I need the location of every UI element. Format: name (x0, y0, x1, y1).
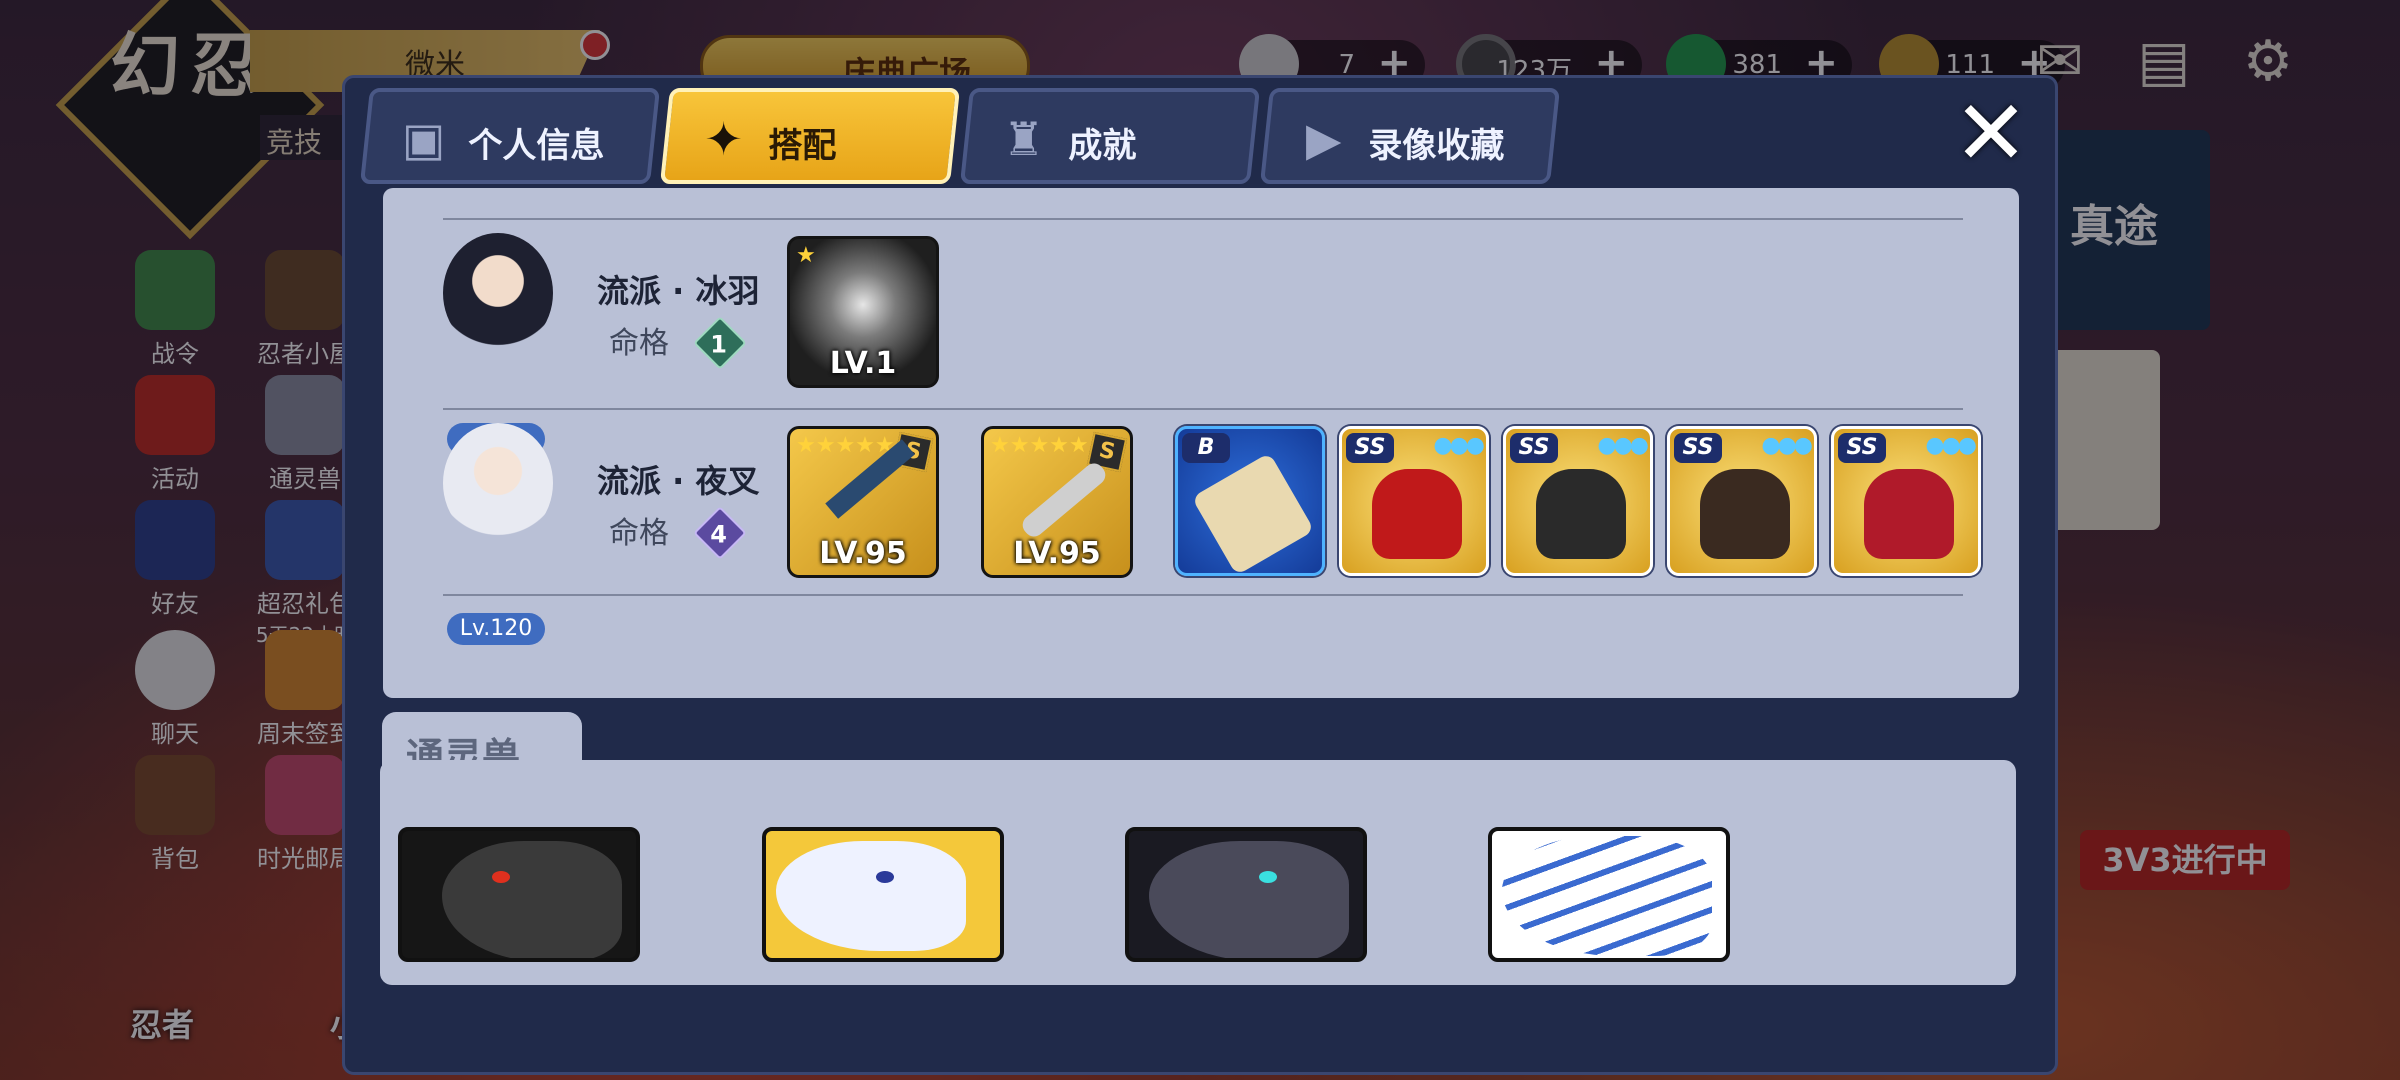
star-rating: ★★★★★ (990, 433, 1089, 458)
star-rating: ★★★★★ (796, 433, 895, 458)
tab-replays[interactable]: ▶ 录像收藏 (1259, 88, 1561, 184)
weapon-level: LV.1 (829, 346, 897, 381)
beast-shadow-wolf[interactable] (1125, 827, 1367, 962)
dark-gauntlet-icon (1700, 469, 1790, 559)
mingge-badge: 1 (693, 316, 747, 370)
trophy-icon: ♜ (1003, 112, 1045, 166)
weapon-level: LV.95 (1013, 536, 1101, 571)
tab-label: 录像收藏 (1368, 126, 1505, 166)
ninja-school: 流派 · 夜叉 (597, 462, 760, 500)
modal-tabs: ▣ 个人信息 ✦ 搭配 ♜ 成就 ▶ 录像收藏 (359, 88, 1561, 188)
grade-badge: SS (1674, 433, 1722, 463)
close-icon[interactable]: ✕ (1949, 89, 2033, 179)
grade-badge: SS (1510, 433, 1558, 463)
mantis-armor-icon (1864, 469, 1954, 559)
beast-white-tiger[interactable] (1488, 827, 1730, 962)
upgrade-drops-icon: ●●● (1433, 433, 1485, 458)
beast-black-dragon[interactable] (398, 827, 640, 962)
upgrade-drops-icon: ●●● (1597, 433, 1649, 458)
equipment-slot[interactable]: SS ●●● (1339, 426, 1489, 576)
shuriken-icon: ✦ (704, 112, 743, 166)
weapon-card[interactable]: ★ LV.1 (787, 236, 939, 388)
divider (443, 594, 1963, 596)
grade-badge: B (1182, 433, 1230, 463)
weapon-card[interactable]: ★★★★★ S LV.95 (787, 426, 939, 578)
mingge-badge: 4 (693, 506, 747, 560)
eagle-head-icon (776, 841, 966, 951)
beast-white-eagle[interactable] (762, 827, 1004, 962)
ninja-avatar[interactable] (443, 423, 553, 543)
grade-badge: SS (1346, 433, 1394, 463)
divider (443, 408, 1963, 410)
scroll-icon (1191, 452, 1315, 573)
eagle-eye (876, 871, 894, 883)
wolf-head-icon (1149, 841, 1349, 958)
weapon-level: LV.95 (819, 536, 907, 571)
tab-label: 搭配 (768, 126, 837, 166)
ninja-level: Lv.120 (447, 613, 545, 645)
mingge-value: 4 (710, 520, 727, 549)
star-rating: ★ (796, 243, 816, 268)
tiger-head-icon (1502, 836, 1712, 956)
equipment-slot[interactable]: SS ●●● (1667, 426, 1817, 576)
ninja-avatar[interactable] (443, 233, 553, 353)
dragon-eye (492, 871, 510, 883)
blade-art (1018, 459, 1110, 541)
equipment-slot[interactable]: SS ●●● (1831, 426, 1981, 576)
tab-loadout[interactable]: ✦ 搭配 (659, 88, 961, 184)
play-icon: ▶ (1305, 112, 1342, 166)
flame-armor-icon (1372, 469, 1462, 559)
tab-label: 成就 (1068, 126, 1137, 166)
mingge-value: 1 (710, 330, 727, 359)
tab-profile[interactable]: ▣ 个人信息 (359, 88, 661, 184)
loadout-panel: Lv.1 流派 · 冰羽 命格 1 ★ LV.1 Lv.120 流派 · 夜叉 … (383, 188, 2019, 698)
grade-badge: SS (1838, 433, 1886, 463)
ninja-school: 流派 · 冰羽 (597, 272, 760, 310)
equipment-slot[interactable]: SS ●●● (1503, 426, 1653, 576)
profile-icon: ▣ (401, 112, 446, 166)
tab-label: 个人信息 (468, 126, 605, 166)
divider (443, 218, 1963, 220)
tab-achievements[interactable]: ♜ 成就 (959, 88, 1261, 184)
gauntlet-icon (1536, 469, 1626, 559)
upgrade-drops-icon: ●●● (1925, 433, 1977, 458)
dragon-head-icon (442, 841, 622, 958)
equipment-slot[interactable]: B (1175, 426, 1325, 576)
mingge-label: 命格 (609, 326, 669, 361)
mingge-label: 命格 (609, 516, 669, 551)
wolf-eye (1259, 871, 1277, 883)
upgrade-drops-icon: ●●● (1761, 433, 1813, 458)
weapon-card[interactable]: ★★★★★ S LV.95 (981, 426, 1133, 578)
